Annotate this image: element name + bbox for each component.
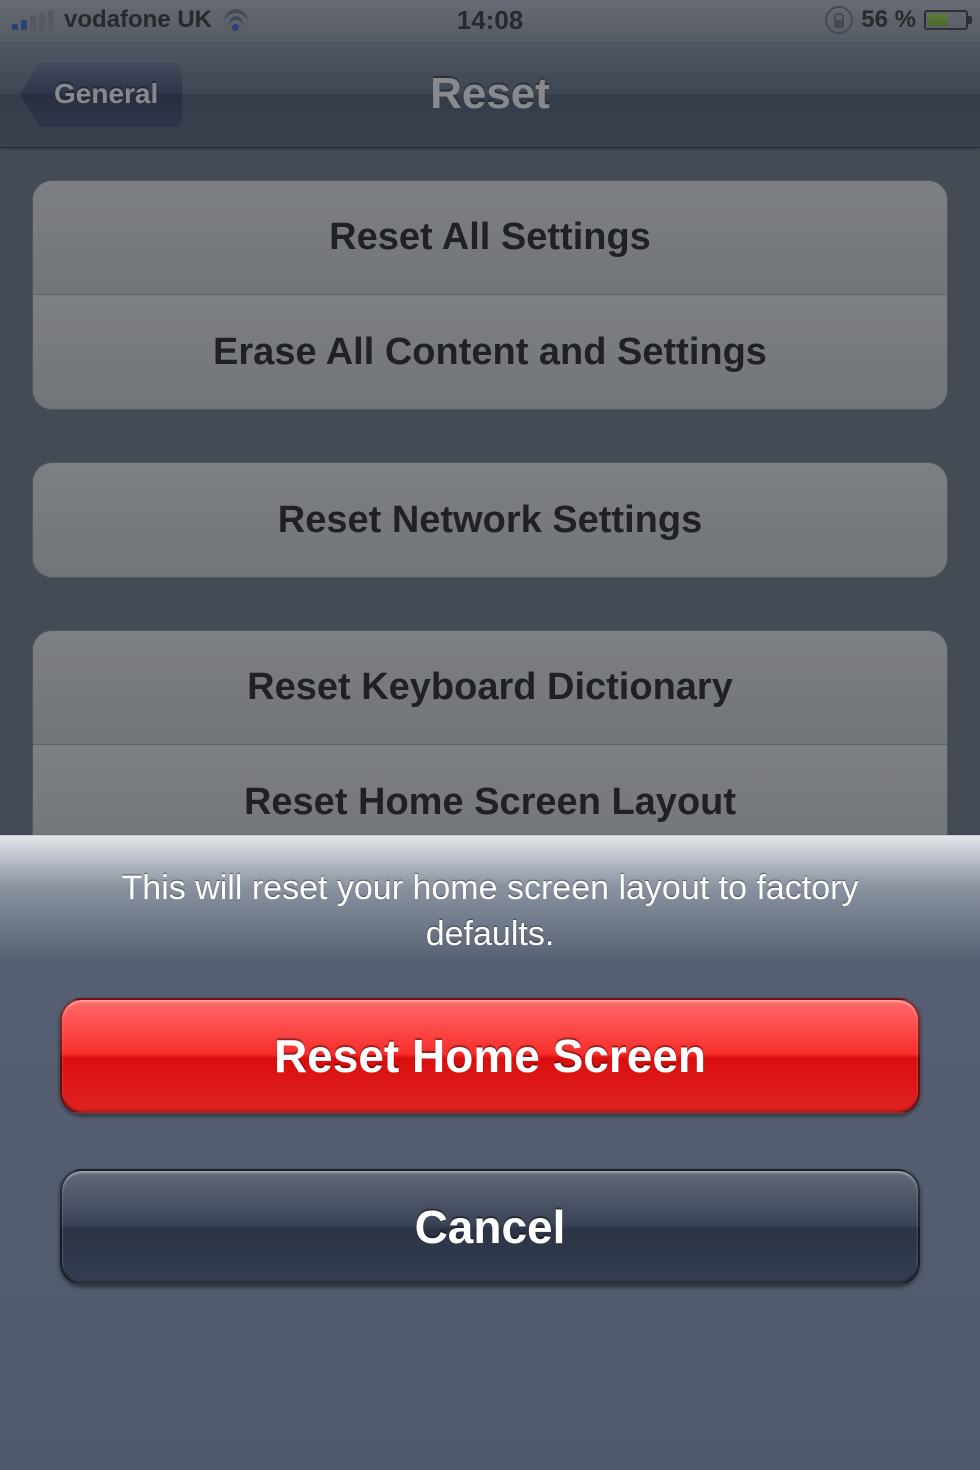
action-sheet-message: This will reset your home screen layout … — [60, 866, 920, 958]
action-sheet: This will reset your home screen layout … — [0, 835, 980, 1470]
cancel-button[interactable]: Cancel — [60, 1169, 920, 1285]
button-label: Cancel — [415, 1200, 566, 1254]
reset-home-screen-button[interactable]: Reset Home Screen — [60, 998, 920, 1114]
button-label: Reset Home Screen — [274, 1029, 706, 1083]
